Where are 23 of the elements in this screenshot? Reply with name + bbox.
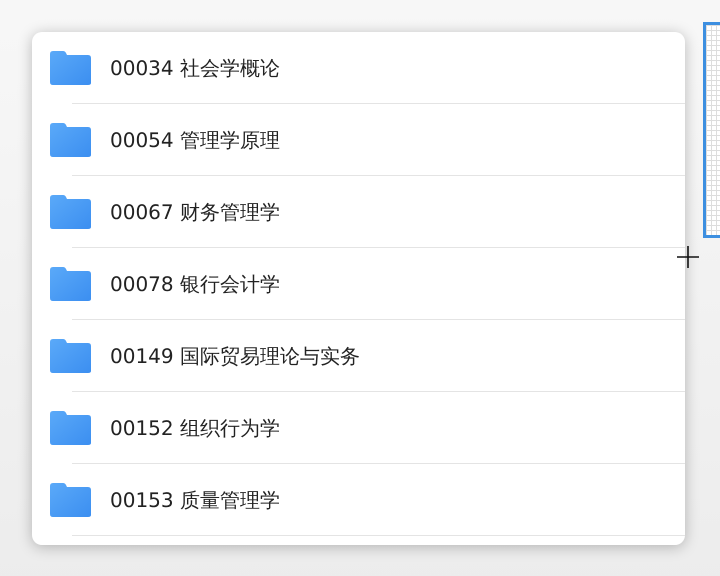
folder-name: 00067 财务管理学	[110, 198, 280, 226]
grid-thumbnail[interactable]	[703, 22, 720, 238]
folder-icon	[48, 482, 92, 518]
folder-icon	[48, 338, 92, 374]
folder-icon	[48, 50, 92, 86]
folder-item[interactable]: 00034 社会学概论	[32, 32, 686, 104]
folder-item[interactable]: 00078 银行会计学	[32, 248, 686, 320]
folder-item[interactable]: 00152 组织行为学	[32, 392, 686, 464]
folder-icon	[48, 122, 92, 158]
folder-icon	[48, 194, 92, 230]
folder-name: 00152 组织行为学	[110, 414, 280, 442]
folder-item[interactable]: 00067 财务管理学	[32, 176, 686, 248]
folder-icon	[48, 266, 92, 302]
crosshair-cursor-icon	[676, 245, 700, 269]
folder-name: 00149 国际贸易理论与实务	[110, 342, 360, 370]
folder-name: 00153 质量管理学	[110, 486, 280, 514]
folder-icon	[48, 410, 92, 446]
folder-name: 00034 社会学概论	[110, 54, 280, 82]
folder-item[interactable]: 00054 管理学原理	[32, 104, 686, 176]
folder-item[interactable]: 00153 质量管理学	[32, 464, 686, 536]
folder-name: 00078 银行会计学	[110, 270, 280, 298]
folder-item[interactable]: 00149 国际贸易理论与实务	[32, 320, 686, 392]
folder-name: 00054 管理学原理	[110, 126, 280, 154]
